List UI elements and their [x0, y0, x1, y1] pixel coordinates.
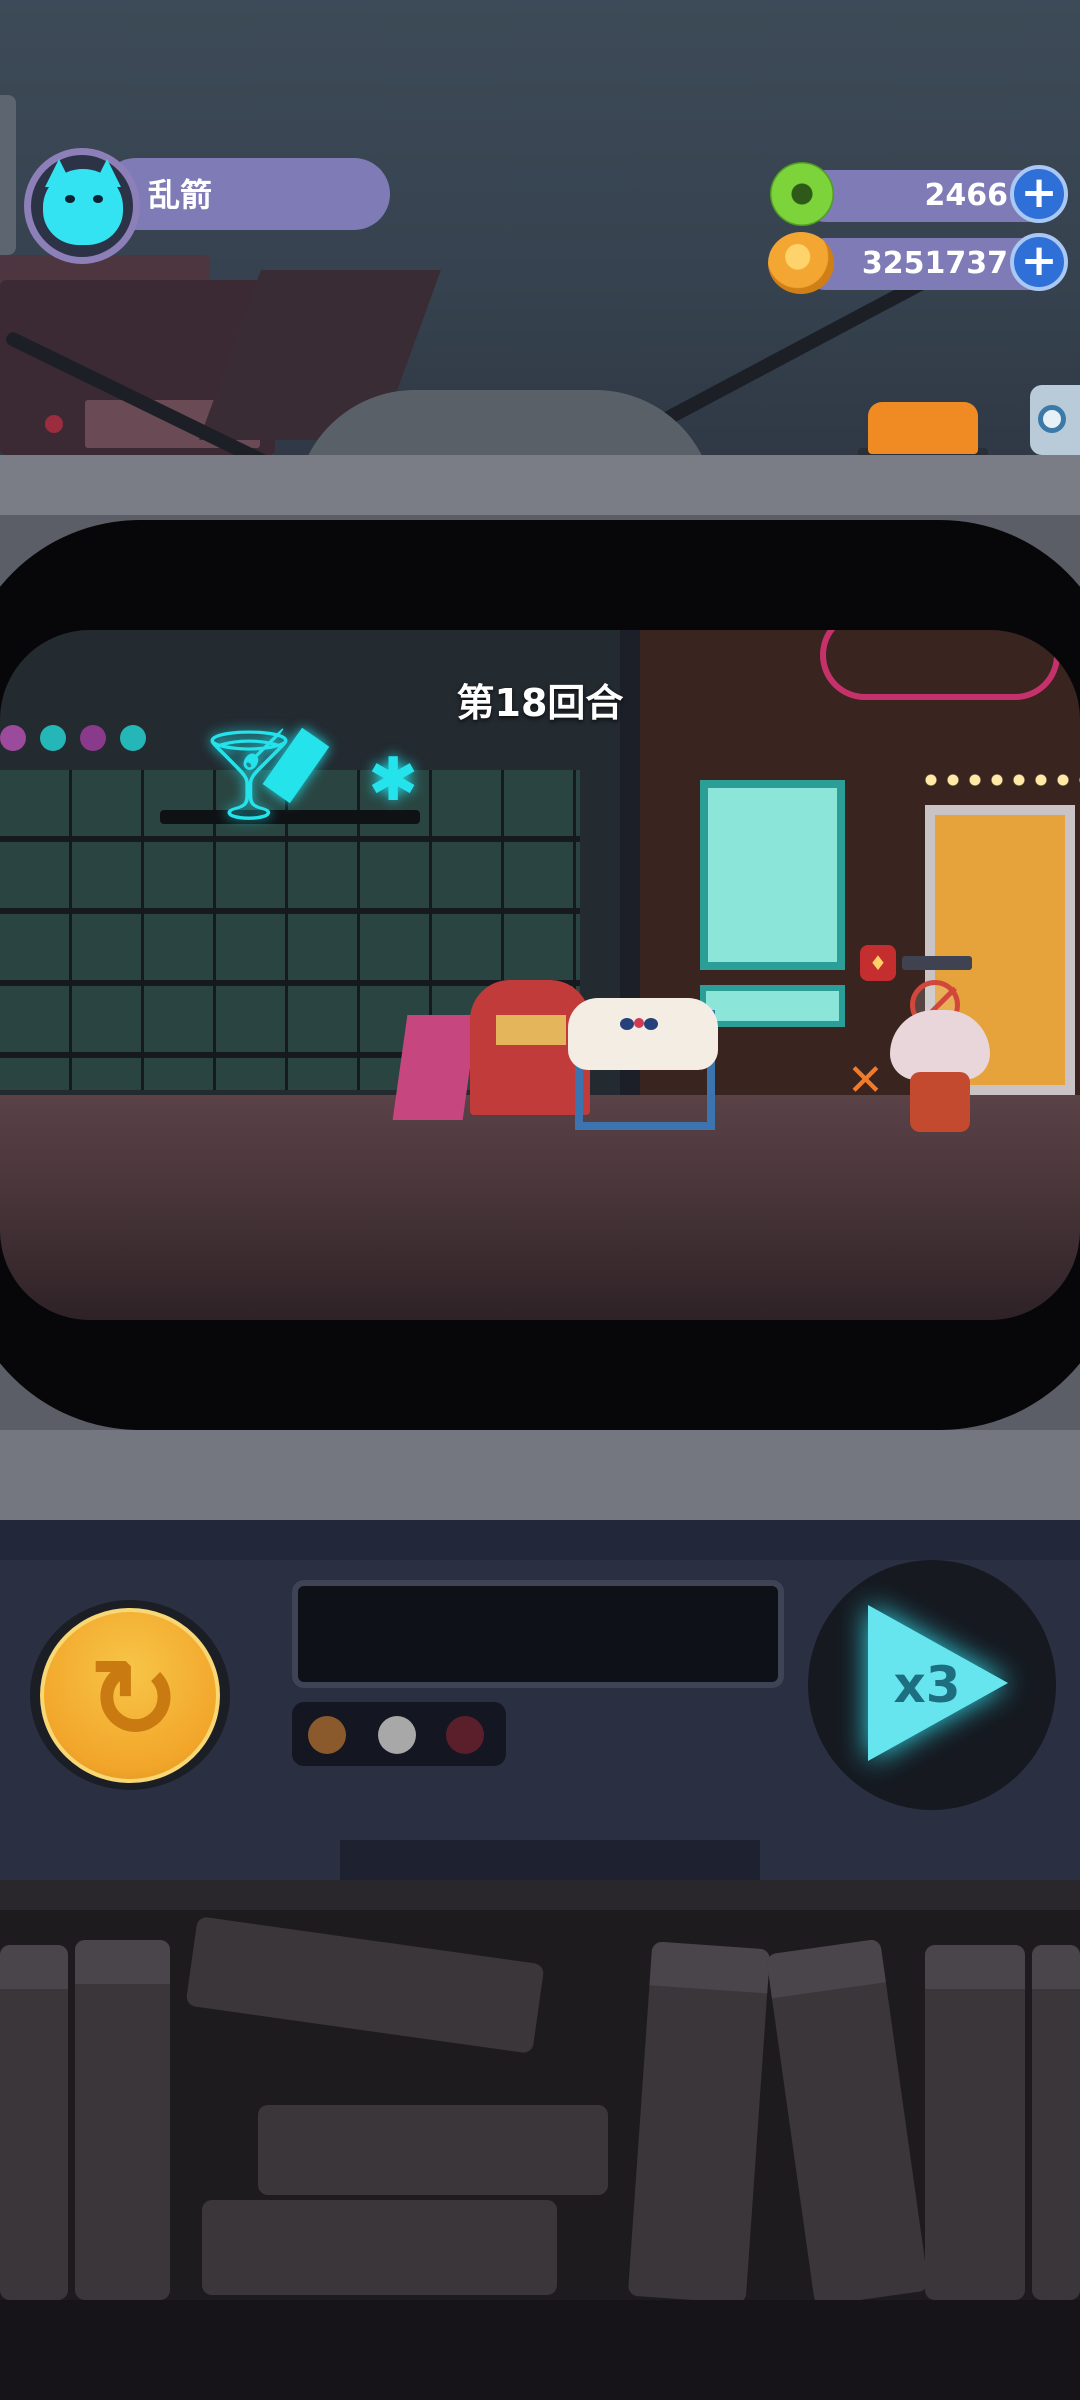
shop-window-lower — [700, 985, 845, 1027]
string-lights — [0, 725, 180, 755]
ghost-cushion-enemy[interactable] — [568, 998, 718, 1070]
message-display — [292, 1580, 784, 1688]
add-coins-button[interactable]: + — [1010, 233, 1068, 291]
cat-avatar-icon[interactable] — [24, 148, 140, 264]
donut-gem-icon — [770, 162, 834, 226]
reset-button[interactable]: ↻ — [30, 1600, 230, 1790]
gem-count: 2466 — [924, 178, 1009, 213]
book — [202, 2200, 557, 2295]
add-gems-button[interactable]: + — [1010, 165, 1068, 223]
book — [75, 1940, 170, 2300]
sparkle-icon: ✕ — [847, 1055, 884, 1106]
coin-count: 3251737 — [861, 246, 1008, 281]
door-lights — [920, 770, 1080, 790]
alarm-light-icon — [868, 402, 978, 454]
refresh-icon: ↻ — [87, 1635, 181, 1763]
planet-coin-icon — [768, 232, 834, 294]
shop-window — [700, 780, 845, 970]
bookshelf-top — [0, 1880, 1080, 1910]
player-name: 乱箭 — [148, 176, 213, 214]
sign-board — [392, 1015, 478, 1120]
player-name-bar[interactable] — [100, 158, 390, 230]
indicator-tray — [292, 1702, 506, 1766]
indicator-light-1 — [308, 1716, 346, 1754]
settings-toggle[interactable] — [1030, 385, 1080, 455]
speed-label: x3 — [893, 1656, 961, 1714]
octopus-icon: ✱ — [368, 745, 419, 815]
speed-button[interactable]: x3 — [808, 1560, 1056, 1810]
indicator-light-3 — [446, 1716, 484, 1754]
book — [1032, 1945, 1080, 2300]
tv-rim-bottom — [0, 1430, 1080, 1520]
tv-rim-top — [0, 455, 1080, 515]
frame-edge — [0, 95, 16, 255]
round-label: 第18回合 — [456, 681, 624, 725]
panel-strip — [0, 1520, 1080, 1560]
indicator-light-2 — [378, 1716, 416, 1754]
book — [925, 1945, 1025, 2300]
hero-character[interactable] — [890, 1010, 990, 1140]
book — [0, 1945, 68, 2300]
panel-foot — [340, 1840, 760, 1880]
battle-screen: 🍸︎ ▮ ✱ ♦ ✕ — [0, 630, 1080, 1320]
book — [627, 1941, 771, 2304]
book — [258, 2105, 608, 2195]
health-bar — [902, 956, 972, 970]
fire-element-icon: ♦ — [860, 945, 896, 981]
game-scene: 🍸︎ ▮ ✱ ♦ ✕ 第18回合 ↻ x3 乱箭 2466 + 3251737 … — [0, 0, 1080, 2400]
toggle-knob-icon — [1038, 405, 1066, 433]
bookshelf-bottom — [0, 2300, 1080, 2400]
